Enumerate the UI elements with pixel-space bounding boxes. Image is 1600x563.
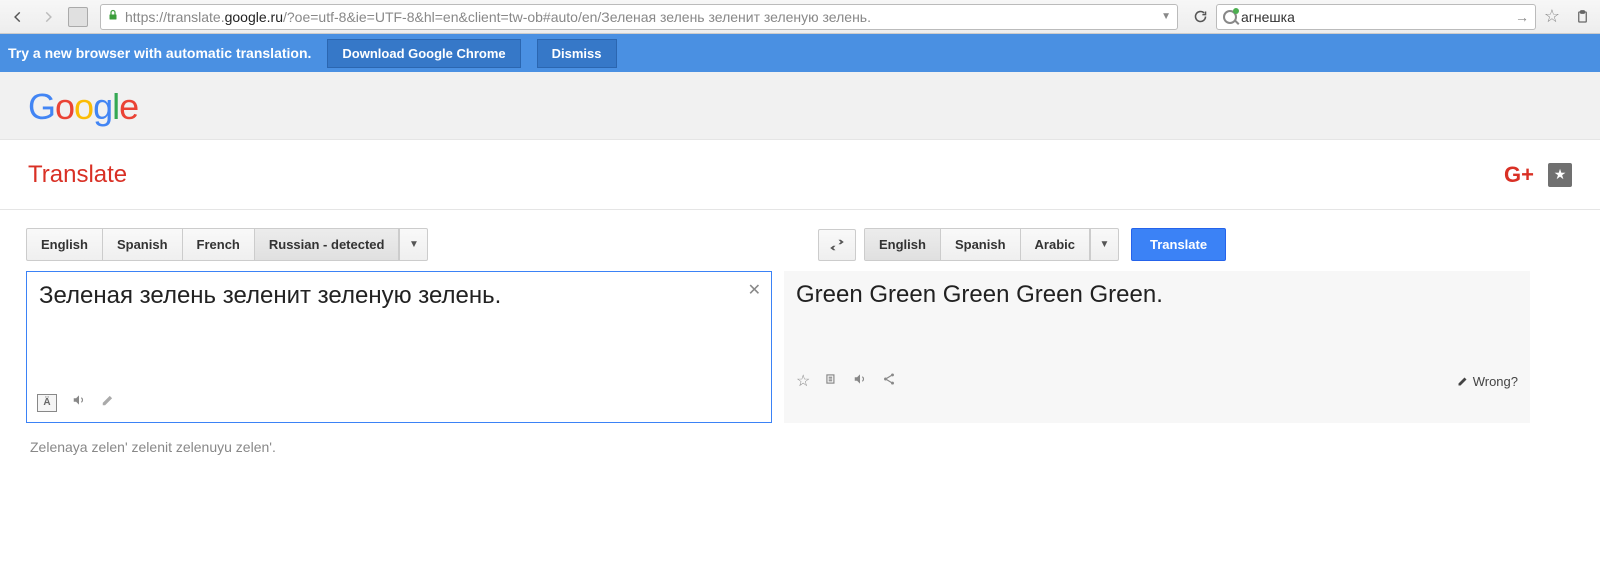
target-tab-spanish[interactable]: Spanish [941,229,1021,260]
source-panel: ✕ Ä [26,271,772,423]
target-tab-arabic[interactable]: Arabic [1021,229,1090,260]
clipboard-icon[interactable] [1568,4,1596,30]
source-tools: Ä [27,387,771,422]
lock-icon [107,8,119,25]
promo-text: Try a new browser with automatic transla… [8,45,311,61]
dismiss-button[interactable]: Dismiss [537,39,617,68]
forward-button[interactable] [34,4,62,30]
panels: ✕ Ä Green Green Green Green Green. ☆ [0,271,1600,423]
controls-row: English Spanish French Russian - detecte… [0,210,1600,271]
browser-search-box[interactable]: агнешка → [1216,4,1536,30]
source-more-langs[interactable]: ▼ [399,229,427,260]
source-tab-russian-detected[interactable]: Russian - detected [255,229,400,260]
url-bar[interactable]: https://translate.google.ru/?oe=utf-8&ie… [100,4,1178,30]
transliteration: Zelenaya zelen' zelenit zelenuyu zelen'. [0,423,1600,455]
browser-toolbar: https://translate.google.ru/?oe=utf-8&ie… [0,0,1600,34]
promo-bar: Try a new browser with automatic transla… [0,34,1600,72]
target-text: Green Green Green Green Green. [796,281,1518,371]
google-logo[interactable]: Google [28,86,138,127]
page-title: Translate [28,161,127,189]
swap-languages-button[interactable] [818,229,856,261]
source-textarea[interactable] [27,272,771,382]
search-value: агнешка [1241,9,1295,25]
wrong-link[interactable]: Wrong? [1457,374,1518,389]
gplus-icon[interactable]: G+ [1504,162,1534,188]
share-icon[interactable] [882,372,896,391]
source-tab-english[interactable]: English [27,229,103,260]
target-lang-tabs: English Spanish Arabic ▼ [864,228,1119,261]
url-text: https://translate.google.ru/?oe=utf-8&ie… [125,9,871,25]
edit-icon[interactable] [101,393,115,412]
target-tools: ☆ Wrong? [796,371,1518,391]
header-icons: G+ ★ [1504,162,1572,188]
reload-button[interactable] [1186,4,1214,30]
search-go-icon[interactable]: → [1515,9,1529,25]
back-button[interactable] [4,4,32,30]
source-tab-french[interactable]: French [183,229,255,260]
target-more-langs[interactable]: ▼ [1090,229,1118,260]
copy-icon[interactable] [824,372,838,391]
source-tab-spanish[interactable]: Spanish [103,229,183,260]
translate-button[interactable]: Translate [1131,228,1226,261]
header-row: Translate G+ ★ [0,140,1600,210]
bookmark-star-icon[interactable]: ☆ [1538,4,1566,30]
listen-target-icon[interactable] [852,372,868,391]
listen-source-icon[interactable] [71,393,87,412]
save-translation-icon[interactable]: ☆ [796,371,810,391]
target-panel: Green Green Green Green Green. ☆ Wrong? [784,271,1530,423]
logo-area: Google [0,72,1600,140]
wrong-label: Wrong? [1473,374,1518,389]
target-controls: English Spanish Arabic ▼ Translate [818,228,1574,261]
site-identity-icon[interactable] [68,7,88,27]
search-engine-icon [1223,10,1237,24]
url-dropdown-icon[interactable]: ▼ [1161,11,1171,22]
target-tab-english[interactable]: English [865,229,941,260]
download-chrome-button[interactable]: Download Google Chrome [327,39,520,68]
source-lang-tabs: English Spanish French Russian - detecte… [26,228,428,261]
phrasebook-icon[interactable]: ★ [1548,163,1572,187]
clear-source-button[interactable]: ✕ [748,280,761,300]
keyboard-icon[interactable]: Ä [37,394,57,412]
